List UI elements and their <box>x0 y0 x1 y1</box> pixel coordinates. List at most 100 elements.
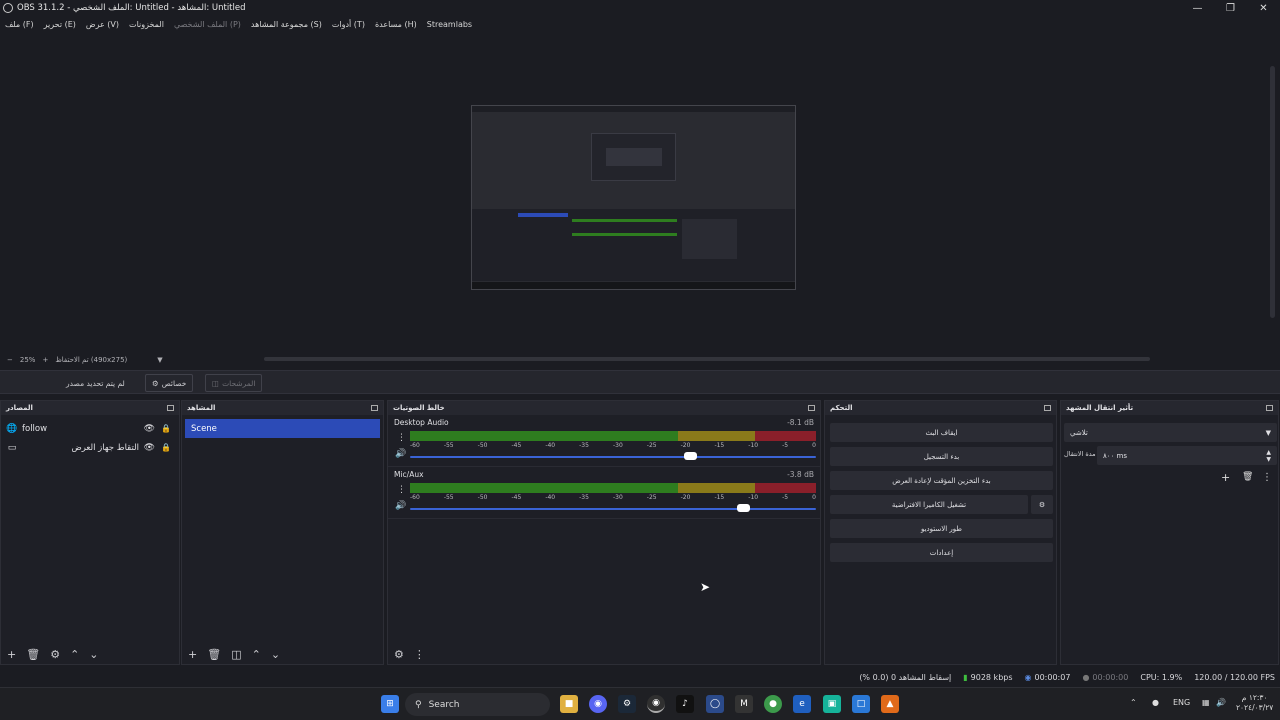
menu-docks[interactable]: المخزونات <box>129 20 164 29</box>
move-up-button[interactable]: ⌃ <box>252 648 261 661</box>
virtual-camera-settings-button[interactable]: ⚙ <box>1031 495 1053 514</box>
start-replay-buffer-button[interactable]: بدء التخزين المؤقت لإعادة العرض <box>830 471 1053 490</box>
taskbar-search[interactable]: ⚲ Search <box>405 693 550 716</box>
gear-icon[interactable]: ⚙ <box>50 648 60 661</box>
duration-spinbox[interactable]: ٨٠٠ ms ▲ ▼ <box>1097 446 1277 465</box>
volume-slider-handle[interactable] <box>737 504 750 512</box>
scenes-dock-title: المشاهد <box>187 404 216 412</box>
maximize-button[interactable]: ❐ <box>1214 0 1247 16</box>
lock-icon[interactable]: 🔒 <box>161 443 171 452</box>
zoom-dropdown-icon[interactable]: ▼ <box>157 356 162 364</box>
clock-date: ٢٠٢٤/٠٣/٢٧ <box>1236 703 1274 712</box>
more-options-icon[interactable]: ⋮ <box>397 485 406 495</box>
close-button[interactable]: ✕ <box>1247 0 1280 16</box>
add-transition-button[interactable]: + <box>1221 471 1230 484</box>
settings-button[interactable]: إعدادات <box>830 543 1053 562</box>
undock-icon[interactable] <box>1266 405 1273 411</box>
menu-edit[interactable]: تحرير (E) <box>44 20 76 29</box>
menu-view[interactable]: عرض (V) <box>86 20 119 29</box>
file-explorer-icon[interactable]: ■ <box>560 695 578 713</box>
volume-slider[interactable] <box>410 456 816 458</box>
start-virtual-camera-button[interactable]: تشغيل الكاميرا الافتراضية <box>830 495 1028 514</box>
clock-time: ١٢:٣٠ م <box>1241 693 1268 702</box>
speaker-icon[interactable]: 🔊 <box>395 501 406 511</box>
zoom-in-button[interactable]: + <box>42 356 48 364</box>
spin-arrows-icon[interactable]: ▲ ▼ <box>1266 449 1271 463</box>
microphone-icon[interactable]: ● <box>1152 698 1159 707</box>
edge-icon[interactable]: e <box>793 695 811 713</box>
zoom-out-button[interactable]: − <box>7 356 13 364</box>
tiktok-icon[interactable]: ♪ <box>676 695 694 713</box>
mixer-settings-icon[interactable]: ⚙ <box>394 648 404 661</box>
chevron-up-icon[interactable]: ⌃ <box>1130 698 1137 707</box>
app-icon[interactable]: □ <box>852 695 870 713</box>
volume-slider[interactable] <box>410 508 816 510</box>
undock-icon[interactable] <box>808 405 815 411</box>
trash-icon[interactable]: 🗑 <box>26 648 40 661</box>
filter-icon[interactable]: ◫ <box>231 648 241 661</box>
app-icon[interactable]: M <box>735 695 753 713</box>
steam-icon[interactable]: ⚙ <box>618 695 636 713</box>
stream-icon: ◉ <box>1024 672 1032 682</box>
cpu-usage: CPU: 1.9% <box>1140 672 1183 682</box>
studio-mode-button[interactable]: طور الاستوديو <box>830 519 1053 538</box>
undock-icon[interactable] <box>167 405 174 411</box>
preview-vertical-scrollbar[interactable] <box>1270 66 1275 318</box>
source-item[interactable]: 🌐 follow 👁 🔒 <box>1 419 179 438</box>
signal-icon: ▮ <box>963 672 968 682</box>
move-up-button[interactable]: ⌃ <box>70 648 79 661</box>
eye-icon[interactable]: 👁 <box>144 443 155 453</box>
menu-profile[interactable]: الملف الشخصي (P) <box>174 20 241 29</box>
menu-help[interactable]: مساعدة (H) <box>375 20 417 29</box>
menu-file[interactable]: ملف (F) <box>5 20 34 29</box>
stop-streaming-button[interactable]: ايقاف البث <box>830 423 1053 442</box>
trash-icon[interactable]: 🗑 <box>207 648 221 661</box>
menu-streamlabs[interactable]: Streamlabs <box>427 20 472 29</box>
app-icon[interactable]: ▲ <box>881 695 899 713</box>
move-down-button[interactable]: ⌄ <box>89 648 98 661</box>
preview-canvas[interactable] <box>471 105 796 290</box>
network-icon[interactable]: ▦ <box>1202 698 1210 707</box>
meter-red-zone <box>755 431 816 441</box>
discord-icon[interactable]: ◉ <box>589 695 607 713</box>
mixer-dock-title: خالط الصوتيات <box>393 404 445 412</box>
speaker-icon[interactable]: 🔊 <box>395 449 406 459</box>
undock-icon[interactable] <box>1044 405 1051 411</box>
add-scene-button[interactable]: + <box>188 648 197 661</box>
eye-icon[interactable]: 👁 <box>144 424 155 434</box>
shield-icon[interactable]: ◯ <box>706 695 724 713</box>
start-recording-button[interactable]: بدء التسجيل <box>830 447 1053 466</box>
menu-scene-collection[interactable]: مجموعة المشاهد (S) <box>251 20 322 29</box>
add-source-button[interactable]: + <box>7 648 16 661</box>
obs-logo-icon <box>3 3 13 13</box>
volume-icon[interactable]: 🔊 <box>1216 698 1226 707</box>
undock-icon[interactable] <box>371 405 378 411</box>
more-options-icon[interactable]: ⋮ <box>414 648 425 661</box>
meter-tick-label: -45 <box>511 442 522 449</box>
fps: 120.00 / 120.00 FPS <box>1194 672 1275 682</box>
preview-mini-meter-2 <box>572 233 677 236</box>
sources-dock-title: المصادر <box>6 404 33 412</box>
more-options-icon[interactable]: ⋮ <box>397 433 406 443</box>
transition-select[interactable]: تلاشي ▼ <box>1064 423 1277 442</box>
menu-tools[interactable]: أدوات (T) <box>332 20 365 29</box>
scene-transitions-dock: تأثير انتقال المشهد تلاشي ▼ مدة الانتقال… <box>1060 400 1279 665</box>
minimize-button[interactable]: — <box>1181 0 1214 16</box>
scene-item[interactable]: Scene <box>185 419 380 438</box>
meter-green-zone <box>410 483 678 493</box>
preview-horizontal-scrollbar[interactable] <box>264 357 1150 361</box>
app-icon[interactable]: ▣ <box>823 695 841 713</box>
more-options-icon[interactable]: ⋮ <box>1262 472 1272 483</box>
clock[interactable]: ١٢:٣٠ م ٢٠٢٤/٠٣/٢٧ <box>1236 693 1273 713</box>
obs-taskbar-icon[interactable]: ◉ <box>647 695 665 713</box>
properties-button[interactable]: ⚙ خصائص <box>145 374 194 392</box>
move-down-button[interactable]: ⌄ <box>271 648 280 661</box>
volume-slider-handle[interactable] <box>684 452 697 460</box>
filters-button[interactable]: ◫ المرشحات <box>205 374 263 392</box>
trash-icon[interactable]: 🗑 <box>1242 472 1253 482</box>
windows-start-icon[interactable]: ⊞ <box>381 695 399 713</box>
lock-icon[interactable]: 🔒 <box>161 424 171 433</box>
language-indicator[interactable]: ENG <box>1173 698 1190 707</box>
source-item[interactable]: ▭ التقاط جهاز العرض 👁 🔒 <box>1 438 179 457</box>
chrome-icon[interactable]: ● <box>764 695 782 713</box>
